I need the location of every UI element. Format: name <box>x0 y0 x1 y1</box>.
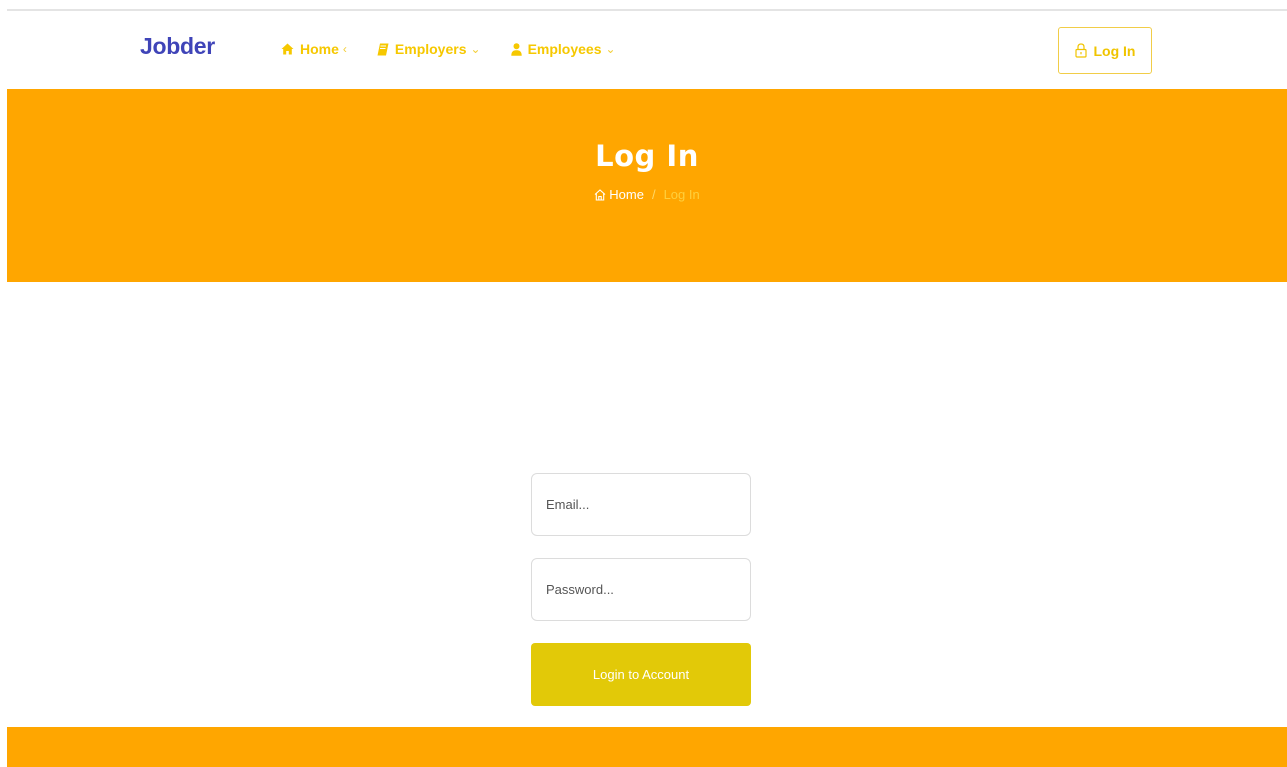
login-submit-button[interactable]: Login to Account <box>531 643 751 706</box>
breadcrumb-home-label: Home <box>609 187 644 202</box>
main-nav: Home ‹ Employers ⌄ Employees ⌄ <box>281 41 646 57</box>
nav-item-employers[interactable]: Employers ⌄ <box>377 41 481 57</box>
chevron-down-icon: ⌄ <box>470 42 481 56</box>
email-input[interactable] <box>531 473 751 536</box>
book-icon <box>377 43 389 55</box>
login-nav-label: Log In <box>1093 42 1136 59</box>
chevron-left-icon: ‹ <box>342 42 347 56</box>
breadcrumb: Home / Log In <box>7 187 1287 202</box>
home-icon <box>281 43 294 55</box>
nav-item-employees-label: Employees <box>527 41 602 57</box>
hero-banner: Log In Home / Log In <box>7 89 1287 282</box>
user-icon <box>510 42 522 56</box>
nav-item-employees[interactable]: Employees ⌄ <box>510 41 616 57</box>
home-outline-icon <box>594 188 606 201</box>
brand-logo[interactable]: Jobder <box>140 33 215 60</box>
footer-bar <box>7 727 1287 767</box>
breadcrumb-home[interactable]: Home <box>594 187 644 202</box>
login-form: Login to Account <box>531 473 751 706</box>
chevron-down-icon: ⌄ <box>605 42 616 56</box>
nav-item-home[interactable]: Home ‹ <box>281 41 347 57</box>
password-input[interactable] <box>531 558 751 621</box>
lock-icon <box>1074 43 1087 58</box>
nav-item-home-label: Home <box>300 41 339 57</box>
nav-item-employers-label: Employers <box>394 41 467 57</box>
page: Jobder Home ‹ Employers ⌄ Employees ⌄ Lo… <box>7 0 1287 767</box>
breadcrumb-separator: / <box>651 187 656 202</box>
navbar: Jobder Home ‹ Employers ⌄ Employees ⌄ Lo… <box>7 11 1287 89</box>
login-nav-button[interactable]: Log In <box>1058 27 1152 74</box>
breadcrumb-current: Log In <box>663 187 700 202</box>
page-title: Log In <box>595 139 699 173</box>
